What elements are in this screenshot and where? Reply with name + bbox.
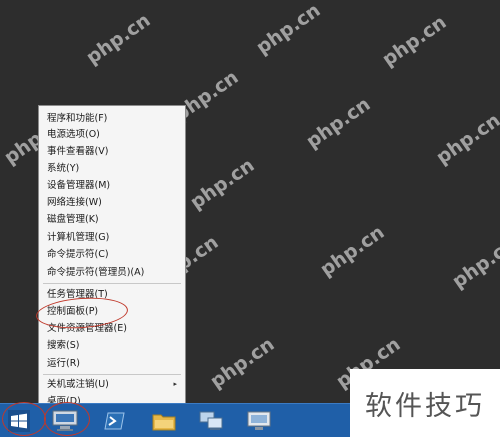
- menu-item-event-viewer[interactable]: 事件查看器(V): [47, 146, 108, 158]
- menu-item-command-prompt[interactable]: 命令提示符(C): [47, 249, 109, 261]
- submenu-arrow-icon: ▸: [173, 380, 177, 388]
- powershell-icon[interactable]: [104, 410, 126, 432]
- watermark: php.cn: [206, 333, 279, 393]
- watermark: php.cn: [186, 154, 259, 214]
- highlight-ellipse-start: [2, 402, 46, 436]
- menu-item-shutdown-signout[interactable]: 关机或注销(U): [47, 379, 109, 391]
- menu-item-computer-management[interactable]: 计算机管理(G): [47, 232, 109, 244]
- menu-item-search[interactable]: 搜索(S): [47, 340, 79, 352]
- menu-separator: [43, 283, 181, 284]
- menu-item-power-options[interactable]: 电源选项(O): [47, 129, 100, 141]
- watermark: php.cn: [82, 9, 155, 69]
- menu-item-command-prompt-admin[interactable]: 命令提示符(管理员)(A): [47, 267, 144, 279]
- watermark: php.cn: [448, 233, 500, 293]
- menu-item-programs-features[interactable]: 程序和功能(F): [47, 113, 107, 125]
- network-icon[interactable]: [198, 410, 224, 432]
- watermark: php.cn: [432, 109, 500, 169]
- menu-item-disk-management[interactable]: 磁盘管理(K): [47, 214, 99, 226]
- menu-item-network-connections[interactable]: 网络连接(W): [47, 197, 102, 209]
- highlight-ellipse-taskbar-item: [44, 402, 90, 436]
- winx-context-menu: 程序和功能(F) 电源选项(O) 事件查看器(V) 系统(Y) 设备管理器(M)…: [38, 105, 186, 407]
- watermark: php.cn: [302, 93, 375, 153]
- watermark: php.cn: [252, 0, 325, 59]
- watermark: php.cn: [378, 11, 451, 71]
- site-watermark-overlay: 软件技巧: [350, 369, 500, 437]
- menu-item-device-manager[interactable]: 设备管理器(M): [47, 180, 110, 192]
- menu-item-run[interactable]: 运行(R): [47, 358, 80, 370]
- menu-item-system[interactable]: 系统(Y): [47, 163, 79, 175]
- menu-separator: [43, 374, 181, 375]
- remote-desktop-icon[interactable]: [246, 410, 272, 432]
- overlay-text: 软件技巧: [365, 390, 485, 422]
- watermark: php.cn: [316, 221, 389, 281]
- file-explorer-icon[interactable]: [152, 410, 176, 432]
